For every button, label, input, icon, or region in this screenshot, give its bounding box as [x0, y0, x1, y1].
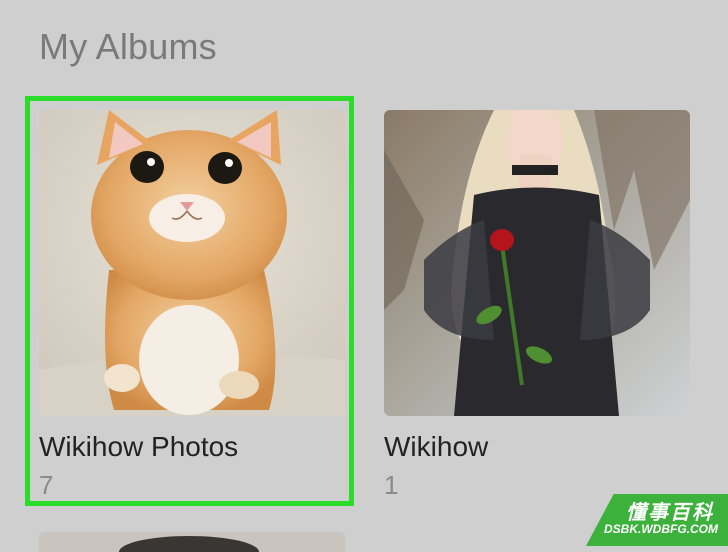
- watermark-chinese-text: 懂事百科: [626, 502, 714, 524]
- album-name: Wikihow: [384, 431, 489, 462]
- album-thumbnail[interactable]: [384, 110, 690, 416]
- album-thumbnail[interactable]: [39, 110, 345, 416]
- album-name: Wikihow Photos: [39, 431, 239, 462]
- album-wikihow[interactable]: Wikihow 1: [384, 110, 692, 500]
- album-thumbnail-partial[interactable]: [39, 532, 345, 552]
- partial-image: [39, 532, 345, 552]
- kitten-image: [39, 110, 345, 416]
- watermark: 懂事百科 DSBK.WDBFG.COM: [576, 494, 728, 546]
- album-photo-count: 7: [39, 470, 54, 500]
- album-wikihow-photos[interactable]: Wikihow Photos 7: [39, 110, 347, 500]
- section-title: My Albums: [39, 26, 217, 67]
- woman-with-rose-image: [384, 110, 690, 416]
- watermark-url: DSBK.WDBFG.COM: [604, 522, 718, 536]
